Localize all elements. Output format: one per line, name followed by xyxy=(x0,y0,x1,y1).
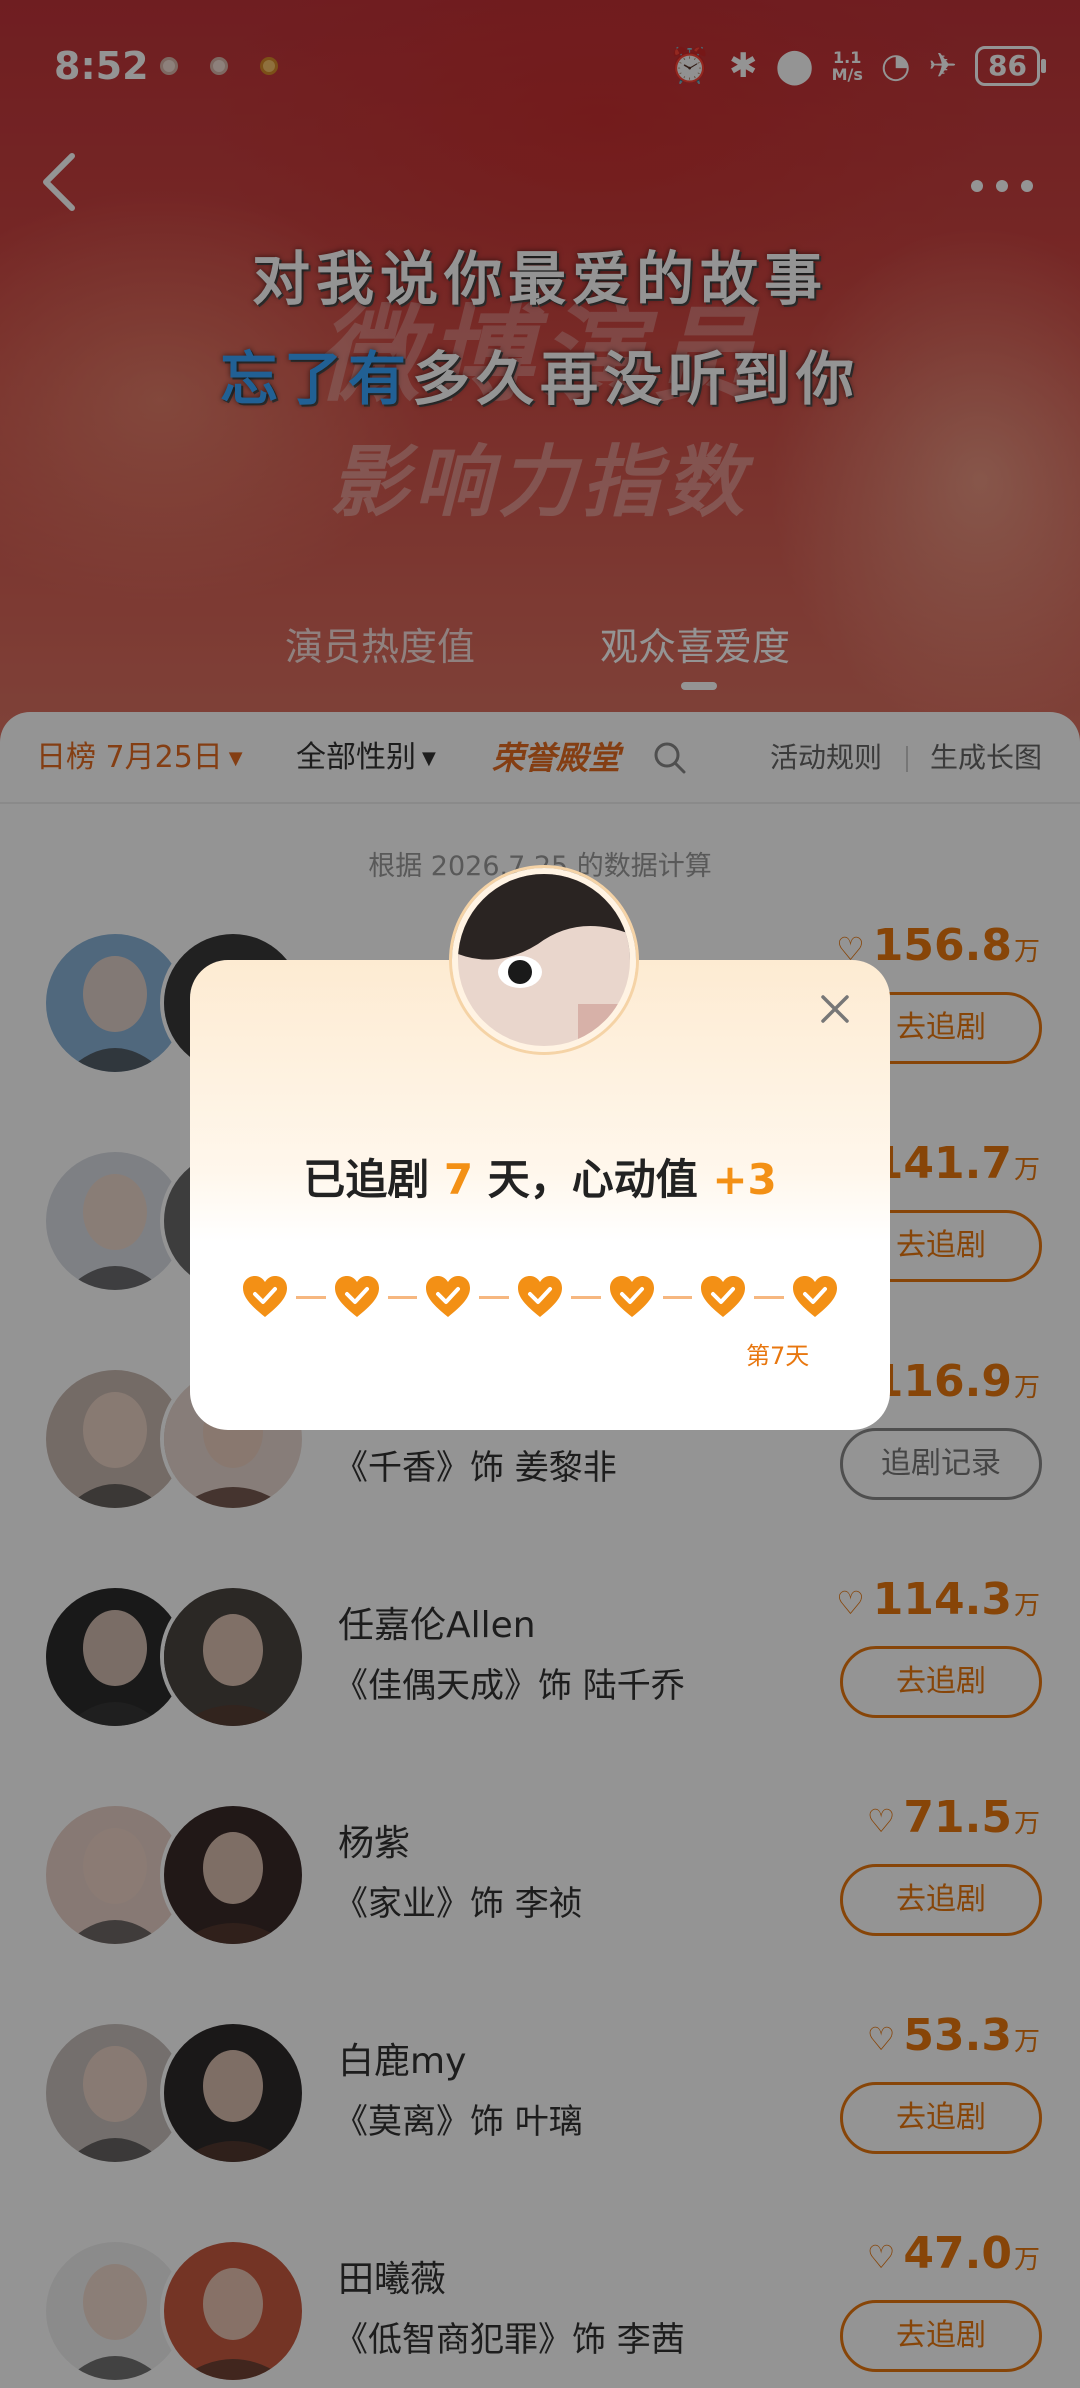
connector-line xyxy=(387,1295,418,1299)
check-heart-icon xyxy=(698,1272,748,1322)
check-heart-icon xyxy=(607,1272,657,1322)
check-heart-icon xyxy=(790,1272,840,1322)
connector-line xyxy=(571,1295,601,1299)
streak-hearts xyxy=(240,1272,840,1322)
connector-line xyxy=(296,1295,326,1299)
check-heart-icon xyxy=(332,1272,382,1322)
check-heart-icon xyxy=(423,1272,473,1322)
close-icon[interactable] xyxy=(810,984,860,1034)
day-label: 第7天 xyxy=(746,1342,810,1370)
connector-line xyxy=(479,1295,510,1299)
modal-avatar xyxy=(452,868,636,1052)
connector-line xyxy=(754,1295,785,1299)
check-heart-icon xyxy=(240,1272,290,1322)
check-heart-icon xyxy=(515,1272,565,1322)
connector-line xyxy=(662,1295,693,1299)
modal-message: 已追剧 7 天，心动值 +3 xyxy=(303,1155,777,1204)
